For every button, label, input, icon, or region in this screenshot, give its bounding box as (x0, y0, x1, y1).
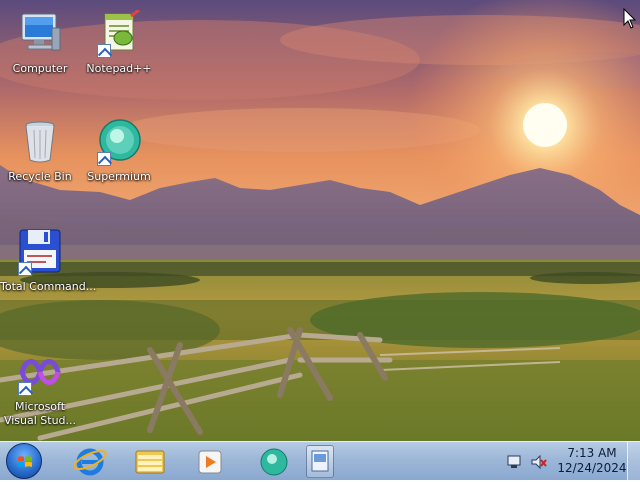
desktop-icon-recycle-bin[interactable]: Recycle Bin (0, 118, 80, 184)
taskbar-internet-explorer[interactable] (68, 445, 112, 478)
desktop-icon-notepad-plus-plus[interactable]: Notepad++ (79, 8, 159, 76)
shortcut-arrow-icon (97, 44, 111, 58)
desktop-icon-supermium[interactable]: Supermium (79, 118, 159, 184)
visual-studio-icon (16, 348, 64, 396)
desktop-icon-label: Recycle Bin (8, 170, 72, 183)
desktop-icon-label: Computer (12, 62, 68, 75)
notepad-plus-plus-icon (311, 450, 329, 472)
system-tray (500, 442, 560, 481)
desktop-icon-label: Total Command... (0, 280, 97, 293)
desktop-icon-label: Supermium (87, 170, 151, 183)
taskbar-media-player[interactable] (188, 445, 232, 478)
desktop-icon-computer[interactable]: Computer (0, 10, 80, 76)
taskbar-file-explorer[interactable] (128, 445, 172, 478)
start-button[interactable] (6, 443, 42, 479)
windows-flag-icon (18, 456, 32, 467)
supermium-icon (95, 118, 143, 166)
computer-icon (16, 10, 64, 58)
shortcut-arrow-icon (18, 382, 32, 396)
action-center-icon[interactable] (506, 454, 522, 470)
volume-muted-icon[interactable] (530, 454, 548, 470)
recycle-bin-icon (16, 118, 64, 166)
media-player-icon (198, 450, 222, 474)
internet-explorer-icon (73, 448, 107, 476)
clock-time: 7:13 AM (567, 446, 617, 460)
mouse-cursor-icon (623, 8, 637, 29)
shortcut-arrow-icon (97, 152, 111, 166)
total-commander-icon (16, 228, 64, 276)
desktop-icon-label: Notepad++ (86, 62, 152, 75)
system-clock[interactable]: 7:13 AM 12/24/2024 (552, 446, 632, 476)
desktop-icon-total-commander[interactable]: Total Command... (0, 228, 97, 294)
desktop-icon-label: Microsoft Visual Stud... (3, 400, 77, 427)
show-desktop-button[interactable] (627, 442, 640, 481)
clock-date: 12/24/2024 (557, 461, 627, 475)
taskbar: 7:13 AM 12/24/2024 (0, 441, 640, 481)
file-explorer-icon (135, 450, 165, 474)
taskbar-notepad-plus-plus[interactable] (306, 445, 334, 478)
supermium-icon (260, 448, 288, 476)
desktop-icon-visual-studio[interactable]: Microsoft Visual Stud... (0, 348, 80, 428)
shortcut-arrow-icon (18, 262, 32, 276)
taskbar-supermium[interactable] (252, 445, 296, 478)
notepad-plus-plus-icon (95, 8, 143, 58)
